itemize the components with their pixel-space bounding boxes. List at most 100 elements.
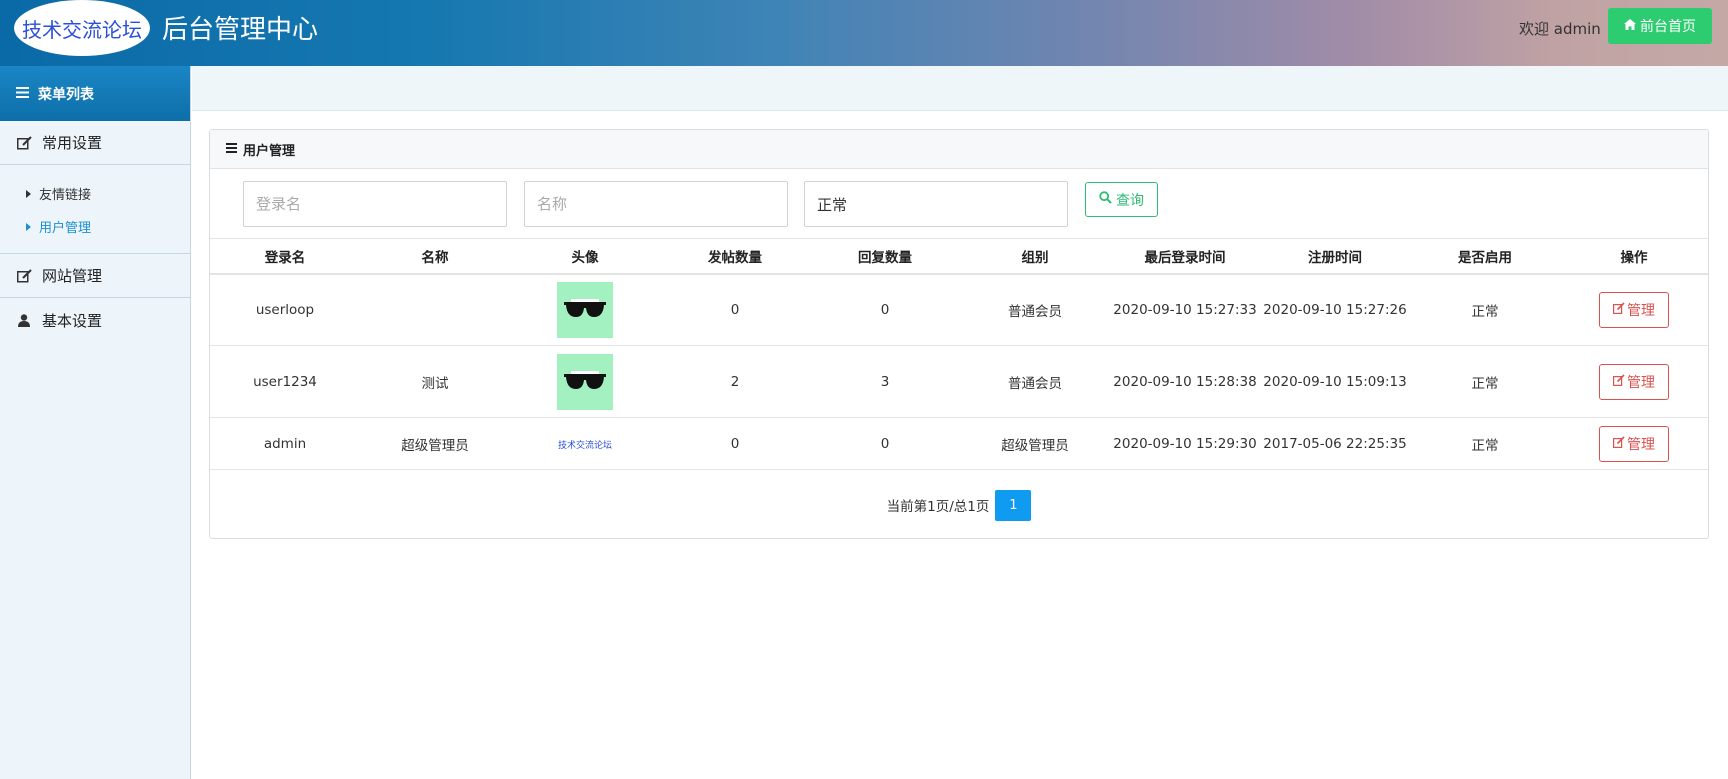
edit-icon: [16, 135, 32, 150]
cell-action: 管理: [1560, 417, 1708, 470]
list-icon: [226, 142, 237, 157]
sidebar-submenu: 友情链接 用户管理: [0, 165, 190, 254]
caret-right-icon: [26, 222, 31, 231]
sidebar: 菜单列表 常用设置 友情链接 用户管理 网站管理 基本设置: [0, 66, 191, 779]
page-info: 当前第1页/总1页: [886, 499, 990, 515]
cell-last-login: 2020-09-10 15:27:33: [1110, 273, 1260, 346]
panel-title: 用户管理: [243, 143, 296, 159]
sidebar-item-user-management[interactable]: 用户管理: [0, 210, 190, 243]
top-header: 技术交流论坛 后台管理中心 欢迎 admin 前台首页: [0, 0, 1728, 66]
table-row: admin 超级管理员 技术交流论坛 0 0 超级管理员 2020-09-10 …: [210, 417, 1708, 470]
user-avatar: [557, 353, 613, 410]
panel-header: 用户管理: [210, 130, 1708, 169]
avatar-logo-text: 技术交流论坛: [557, 440, 612, 451]
cell-group: 超级管理员: [960, 417, 1110, 470]
pagination: 当前第1页/总1页 1: [210, 489, 1708, 521]
search-icon: [1099, 191, 1112, 208]
table-row: userloop 0 0 普通会员 2020-09-10 15:27:33 20…: [210, 273, 1708, 346]
column-header: 回复数量: [810, 238, 960, 275]
sidebar-group-label: 常用设置: [42, 134, 103, 152]
app-title: 后台管理中心: [162, 15, 319, 45]
cell-name: 超级管理员: [360, 417, 510, 470]
cell-last-login: 2020-09-10 15:29:30: [1110, 417, 1260, 470]
manage-button[interactable]: 管理: [1599, 291, 1669, 328]
cell-enabled: 正常: [1410, 417, 1560, 470]
cell-group: 普通会员: [960, 273, 1110, 346]
manage-button-label: 管理: [1627, 374, 1655, 391]
column-header: 是否启用: [1410, 238, 1560, 275]
manage-button-label: 管理: [1627, 302, 1655, 319]
cell-name: [360, 273, 510, 346]
page-button-current[interactable]: 1: [995, 489, 1032, 521]
sidebar-item-friend-links[interactable]: 友情链接: [0, 177, 190, 210]
cell-login: userloop: [210, 273, 360, 346]
cell-avatar: 技术交流论坛: [510, 417, 660, 470]
manage-button[interactable]: 管理: [1599, 363, 1669, 400]
cell-action: 管理: [1560, 273, 1708, 346]
manage-button[interactable]: 管理: [1599, 425, 1669, 462]
status-select[interactable]: [804, 181, 1068, 227]
filter-bar: 查询: [210, 181, 1708, 227]
column-header: 注册时间: [1260, 238, 1410, 275]
sidebar-group-common-settings[interactable]: 常用设置: [0, 121, 190, 165]
column-header: 名称: [360, 238, 510, 275]
cell-registered: 2017-05-06 22:25:35: [1260, 417, 1410, 470]
column-header: 最后登录时间: [1110, 238, 1260, 275]
edit-icon: [16, 268, 32, 283]
cell-action: 管理: [1560, 345, 1708, 418]
cell-enabled: 正常: [1410, 273, 1560, 346]
sidebar-item-label: 友情链接: [39, 188, 92, 203]
user-management-panel: 用户管理 查询 登录名 名称 头像 发帖数量 回复数量 组别 最后登录时间: [209, 129, 1709, 539]
cell-login: admin: [210, 417, 360, 470]
cell-posts: 0: [660, 417, 810, 470]
sidebar-group-label: 基本设置: [42, 311, 103, 330]
column-header: 头像: [510, 238, 660, 275]
table-header-row: 登录名 名称 头像 发帖数量 回复数量 组别 最后登录时间 注册时间 是否启用 …: [210, 238, 1708, 275]
cell-posts: 2: [660, 345, 810, 418]
cell-posts: 0: [660, 273, 810, 346]
cell-last-login: 2020-09-10 15:28:38: [1110, 345, 1260, 418]
edit-icon: [1613, 373, 1625, 390]
user-icon: [16, 313, 32, 327]
name-input[interactable]: [524, 181, 788, 227]
menu-title: 菜单列表: [38, 86, 94, 103]
welcome-text: 欢迎 admin: [1519, 20, 1601, 38]
cell-registered: 2020-09-10 15:27:26: [1260, 273, 1410, 346]
cell-enabled: 正常: [1410, 345, 1560, 418]
cell-registered: 2020-09-10 15:09:13: [1260, 345, 1410, 418]
cell-group: 普通会员: [960, 345, 1110, 418]
cell-login: user1234: [210, 345, 360, 418]
column-header: 登录名: [210, 238, 360, 275]
logo-text: 技术交流论坛: [22, 17, 142, 42]
home-icon: [1624, 18, 1636, 34]
cell-name: 测试: [360, 345, 510, 418]
cell-replies: 0: [810, 273, 960, 346]
sidebar-group-label: 网站管理: [42, 267, 103, 285]
edit-icon: [1613, 302, 1625, 318]
sidebar-group-basic-settings[interactable]: 基本设置: [0, 298, 190, 342]
table-row: user1234 测试 2 3 普通会员 2020-09-10 15:28:38…: [210, 345, 1708, 418]
frontend-home-button[interactable]: 前台首页: [1608, 8, 1712, 44]
user-avatar: [557, 281, 613, 338]
column-header: 操作: [1560, 238, 1708, 275]
search-button[interactable]: 查询: [1085, 182, 1158, 217]
content-topbar: [192, 66, 1728, 111]
cell-avatar: [510, 273, 660, 346]
list-icon: [16, 86, 29, 102]
caret-right-icon: [26, 189, 31, 198]
home-button-label: 前台首页: [1640, 19, 1696, 35]
login-name-input[interactable]: [243, 181, 507, 227]
manage-button-label: 管理: [1627, 436, 1655, 453]
sidebar-menu-header: 菜单列表: [0, 66, 190, 121]
user-table: 登录名 名称 头像 发帖数量 回复数量 组别 最后登录时间 注册时间 是否启用 …: [210, 238, 1708, 470]
cell-avatar: [510, 345, 660, 418]
cell-replies: 0: [810, 417, 960, 470]
search-button-label: 查询: [1116, 192, 1144, 209]
site-logo[interactable]: 技术交流论坛: [14, 0, 150, 56]
sidebar-item-label: 用户管理: [39, 221, 92, 236]
sidebar-group-site-management[interactable]: 网站管理: [0, 254, 190, 298]
edit-icon: [1613, 435, 1625, 452]
column-header: 发帖数量: [660, 238, 810, 275]
column-header: 组别: [960, 238, 1110, 275]
cell-replies: 3: [810, 345, 960, 418]
